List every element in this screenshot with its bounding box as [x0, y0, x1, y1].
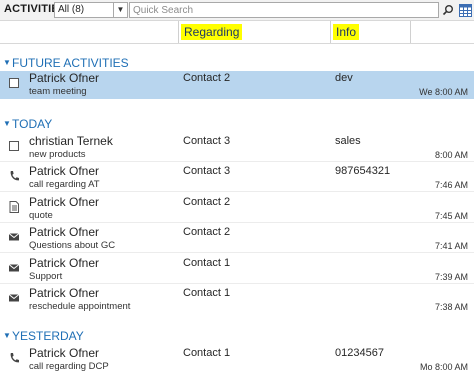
activity-time: 7:45 AM [434, 211, 468, 221]
activity-row[interactable]: Patrick Ofner Questions about GC Contact… [0, 225, 474, 253]
activity-info: sales [335, 135, 361, 147]
chevron-down-icon[interactable]: ▼ [113, 3, 127, 17]
email-icon [8, 261, 20, 275]
activity-regarding[interactable]: Contact 3 [183, 164, 230, 179]
view-selector[interactable]: All (8) ▼ [54, 2, 128, 18]
activity-info: 987654321 [335, 165, 391, 177]
activity-owner: Patrick Ofner [29, 164, 100, 178]
activity-owner: Patrick Ofner [29, 256, 100, 270]
activity-regarding[interactable]: Contact 1 [183, 256, 230, 271]
activity-time: Mo 8:00 AM [419, 362, 468, 372]
section-future-activities[interactable]: ▼ FUTURE ACTIVITIES [0, 55, 200, 71]
email-icon [8, 291, 20, 305]
activity-regarding[interactable]: Contact 2 [183, 195, 230, 210]
grid-view-icon[interactable] [458, 2, 472, 18]
column-header-info[interactable]: Info [333, 24, 360, 40]
activity-subject: call regarding AT [29, 179, 100, 190]
activity-subject: new products [29, 149, 86, 160]
activity-info: dev [335, 72, 353, 84]
activity-subject: quote [29, 210, 53, 221]
collapse-triangle-icon[interactable]: ▼ [3, 328, 11, 344]
column-divider[interactable] [178, 21, 179, 43]
activity-subject: team meeting [29, 86, 87, 97]
collapse-triangle-icon[interactable]: ▼ [3, 55, 11, 71]
activity-row[interactable]: Patrick Ofner Support Contact 1 7:39 AM [0, 256, 474, 284]
search-box[interactable] [129, 2, 439, 18]
phone-icon [8, 169, 20, 183]
activity-row[interactable]: Patrick Ofner quote Contact 2 7:45 AM [0, 195, 474, 223]
task-icon [8, 139, 20, 153]
search-icon[interactable] [440, 2, 456, 18]
activity-owner: Patrick Ofner [29, 71, 100, 85]
activity-subject: Support [29, 271, 63, 282]
section-yesterday[interactable]: ▼ YESTERDAY [0, 328, 200, 344]
activity-time: 7:39 AM [434, 272, 468, 282]
activity-owner: christian Ternek [29, 134, 113, 148]
column-divider[interactable] [410, 21, 411, 43]
activity-time: 8:00 AM [434, 150, 468, 160]
activity-owner: Patrick Ofner [29, 346, 100, 360]
phone-icon [8, 351, 20, 365]
activity-regarding[interactable]: Contact 2 [183, 225, 230, 240]
section-today[interactable]: ▼ TODAY [0, 116, 200, 132]
activity-regarding[interactable]: Contact 1 [183, 286, 230, 301]
activity-row[interactable]: Patrick Ofner reschedule appointment Con… [0, 286, 474, 314]
activity-regarding[interactable]: Contact 2 [183, 71, 230, 86]
activity-row[interactable]: Patrick Ofner call regarding DCP Contact… [0, 346, 474, 374]
activity-owner: Patrick Ofner [29, 225, 100, 239]
collapse-triangle-icon[interactable]: ▼ [3, 116, 11, 132]
activity-regarding[interactable]: Contact 1 [183, 346, 230, 361]
activity-time: 7:41 AM [434, 241, 468, 251]
activity-owner: Patrick Ofner [29, 195, 100, 209]
column-header-regarding[interactable]: Regarding [181, 24, 243, 40]
activity-time: We 8:00 AM [419, 87, 468, 97]
column-divider[interactable] [330, 21, 331, 43]
activity-row[interactable]: christian Ternek new products Contact 3 … [0, 134, 474, 162]
activity-subject: call regarding DCP [29, 361, 109, 372]
quote-icon [8, 200, 20, 214]
toolbar: ACTIVITIES All (8) ▼ [0, 0, 474, 21]
activity-regarding[interactable]: Contact 3 [183, 134, 230, 149]
search-input[interactable] [130, 3, 436, 17]
activity-owner: Patrick Ofner [29, 286, 100, 300]
email-icon [8, 230, 20, 244]
view-selected-value: All (8) [58, 4, 85, 15]
activity-info: 01234567 [335, 347, 384, 359]
activity-row[interactable]: Patrick Ofner call regarding AT Contact … [0, 164, 474, 192]
activity-subject: Questions about GC [29, 240, 116, 251]
task-icon [8, 76, 20, 90]
activity-subject: reschedule appointment [29, 301, 131, 312]
activity-time: 7:38 AM [434, 302, 468, 312]
activity-time: 7:46 AM [434, 180, 468, 190]
activity-row[interactable]: Patrick Ofner team meeting Contact 2 dev… [0, 71, 474, 99]
